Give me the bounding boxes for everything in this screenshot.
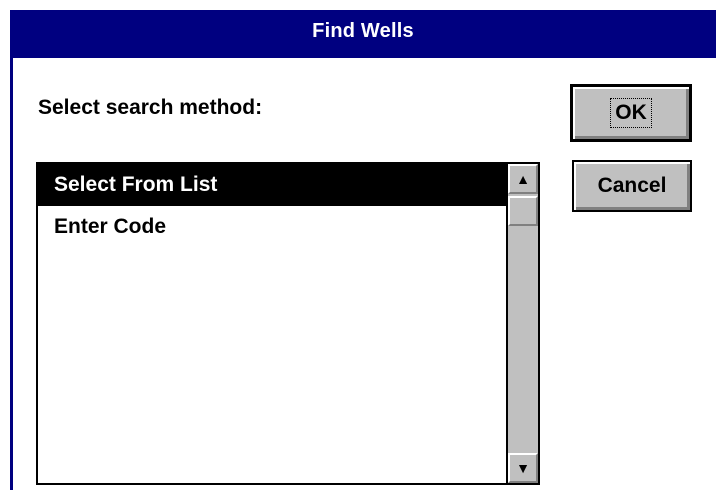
search-method-label: Select search method: bbox=[38, 96, 263, 119]
ok-button-label: OK bbox=[610, 98, 652, 128]
vertical-scrollbar[interactable]: ▲ ▼ bbox=[506, 164, 538, 483]
arrow-down-icon: ▼ bbox=[516, 460, 530, 476]
title-bar: Find Wells bbox=[10, 10, 716, 58]
list-item-enter-code[interactable]: Enter Code bbox=[38, 206, 508, 248]
scroll-down-button[interactable]: ▼ bbox=[508, 453, 538, 483]
list-item-select-from-list[interactable]: Select From List bbox=[38, 164, 508, 206]
ok-button[interactable]: OK bbox=[570, 84, 692, 142]
scroll-thumb[interactable] bbox=[508, 196, 538, 226]
cancel-button[interactable]: Cancel bbox=[572, 160, 692, 212]
list-items: Select From List Enter Code bbox=[38, 164, 508, 248]
arrow-up-icon: ▲ bbox=[516, 171, 530, 187]
scroll-up-button[interactable]: ▲ bbox=[508, 164, 538, 194]
window-title: Find Wells bbox=[312, 20, 414, 42]
cancel-button-label: Cancel bbox=[597, 174, 667, 197]
search-method-listbox[interactable]: Select From List Enter Code ▲ ▼ bbox=[36, 162, 540, 485]
